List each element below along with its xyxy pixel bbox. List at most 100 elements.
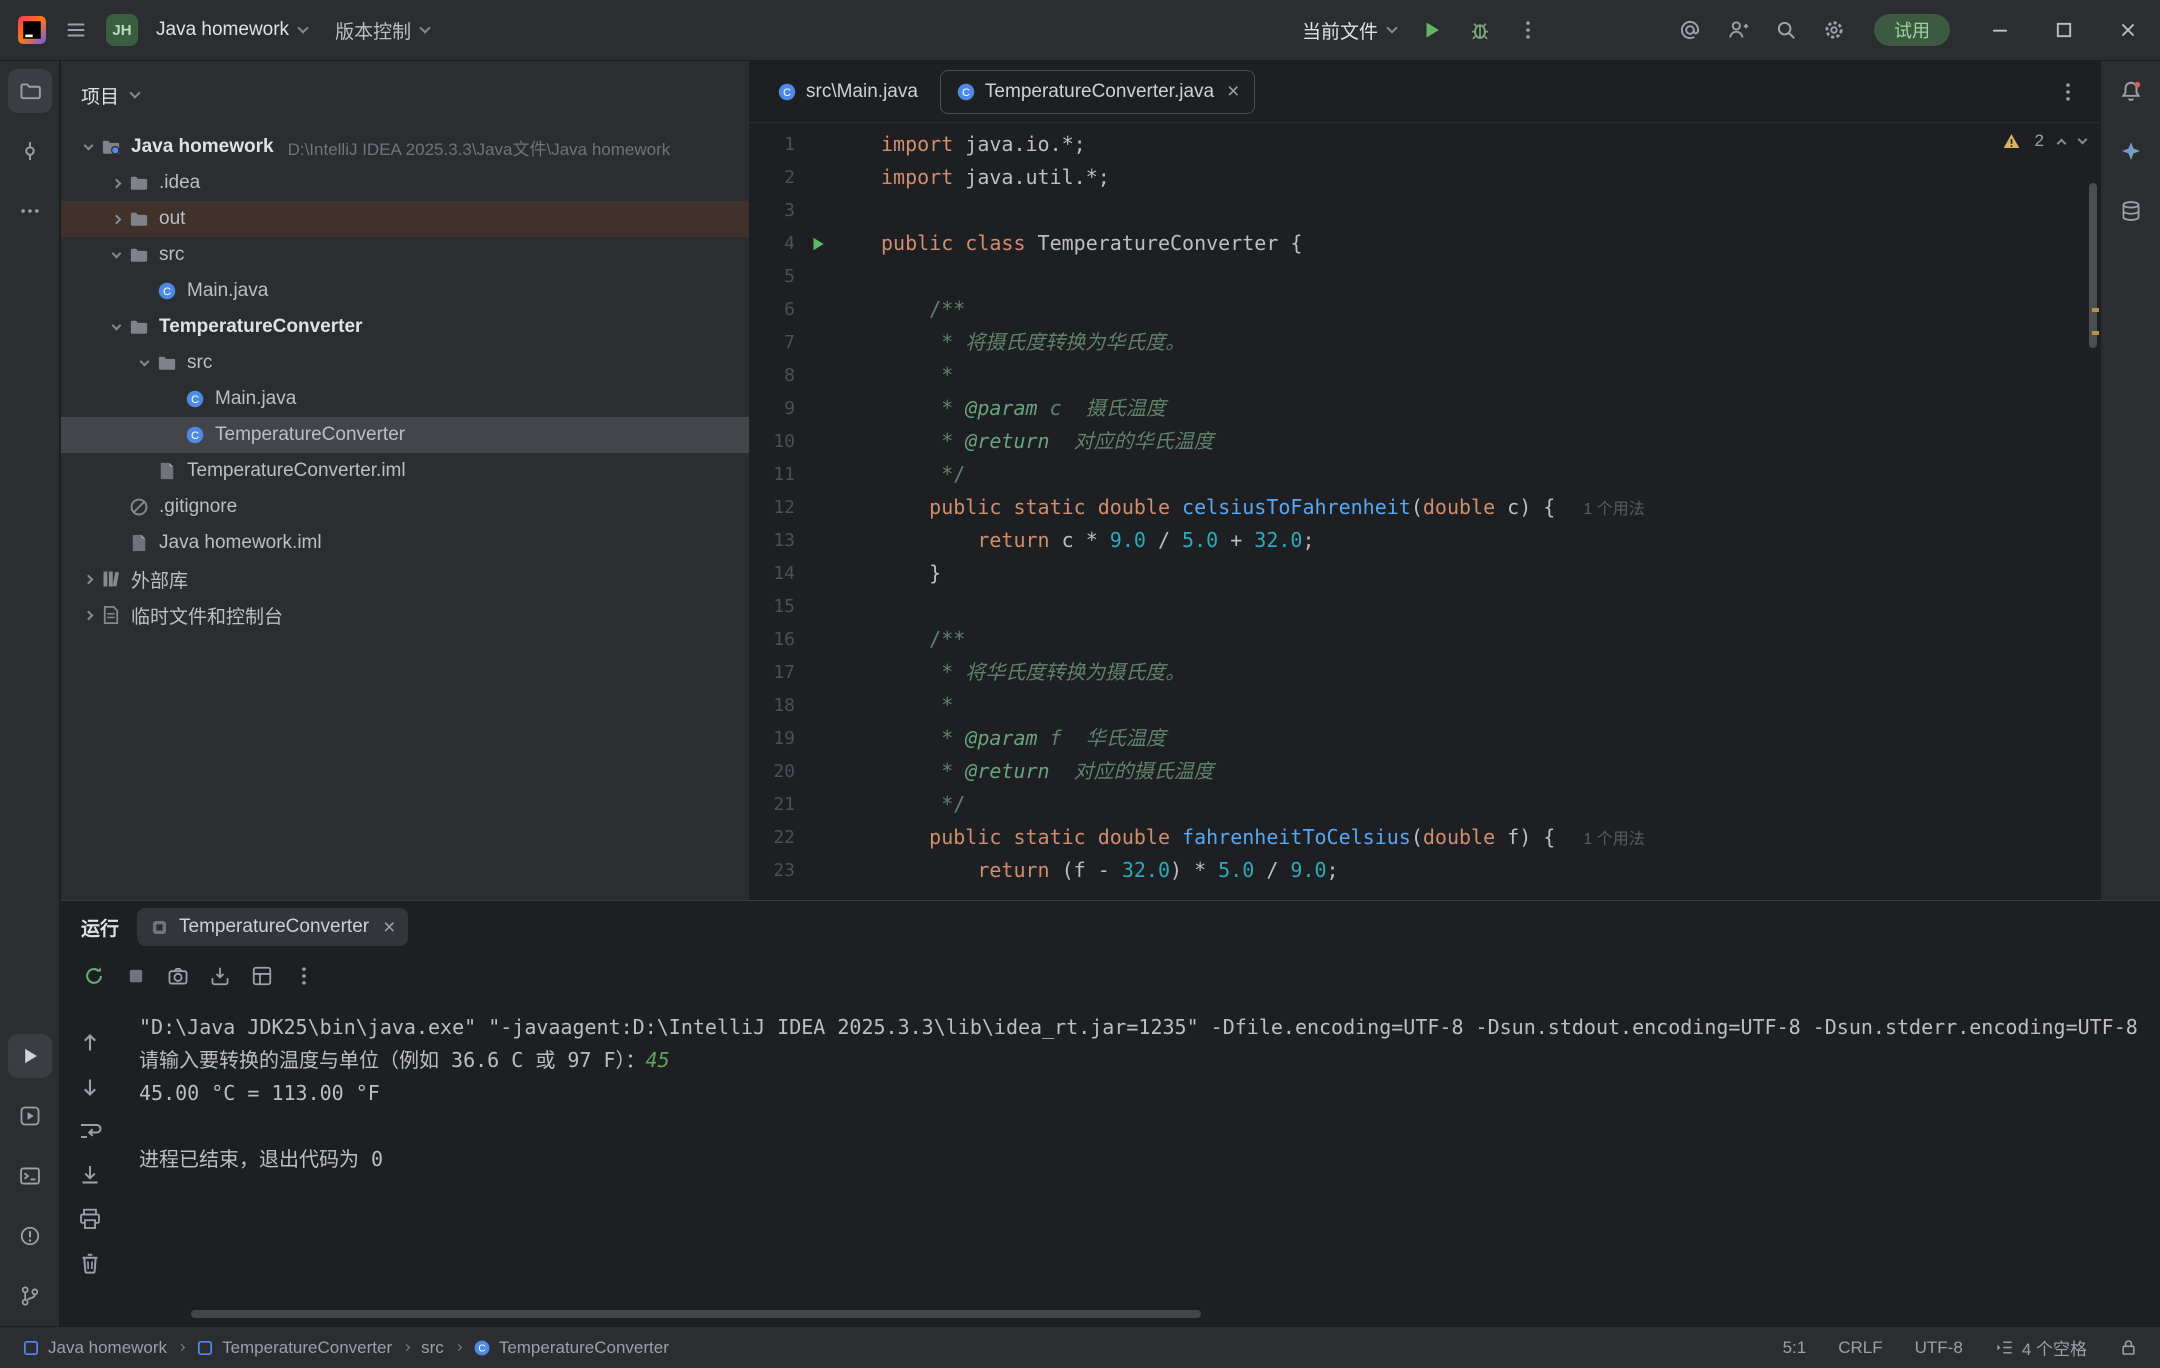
scroll-to-end-button[interactable] xyxy=(78,1163,102,1192)
tree-item[interactable]: .gitignore xyxy=(61,489,749,525)
run-button[interactable] xyxy=(8,1034,52,1078)
tree-item[interactable]: 外部库 xyxy=(61,561,749,597)
commit-button[interactable] xyxy=(8,129,52,173)
tree-item[interactable]: TemperatureConverter.iml xyxy=(61,453,749,489)
editor-tab[interactable]: CTemperatureConverter.java× xyxy=(940,70,1255,114)
editor-tab-options-button[interactable] xyxy=(2048,72,2088,112)
previous-issue-icon[interactable] xyxy=(2057,138,2067,148)
rerun-button[interactable] xyxy=(83,965,105,992)
settings-button[interactable] xyxy=(1812,8,1856,52)
services-button[interactable] xyxy=(8,1094,52,1138)
screenshot-button[interactable] xyxy=(167,965,189,992)
module-icon xyxy=(22,1339,40,1357)
run-button[interactable] xyxy=(1410,8,1454,52)
layout-icon xyxy=(251,965,273,987)
next-issue-icon[interactable] xyxy=(2078,134,2088,144)
breadcrumb-item[interactable]: src xyxy=(421,1338,444,1358)
print-button[interactable] xyxy=(78,1207,102,1236)
warning-stripe-mark[interactable] xyxy=(2092,308,2099,312)
run-class-gutter-icon[interactable] xyxy=(809,235,827,253)
chevron-right-icon[interactable] xyxy=(83,610,93,620)
more-vertical-button[interactable] xyxy=(293,965,315,992)
hamburger-menu-icon xyxy=(65,19,87,41)
arrow-down-button[interactable] xyxy=(78,1075,102,1104)
console-output[interactable]: "D:\Java JDK25\bin\java.exe" "-javaagent… xyxy=(139,1011,2156,1300)
indent-style[interactable]: 4 个空格 xyxy=(1995,1335,2087,1360)
tree-item[interactable]: CMain.java xyxy=(61,273,749,309)
vcs-widget[interactable]: 版本控制 xyxy=(325,8,439,52)
add-user-button[interactable] xyxy=(1716,8,1760,52)
import-layout-button[interactable] xyxy=(209,965,231,992)
breadcrumb-item[interactable]: TemperatureConverter xyxy=(196,1338,392,1358)
file-encoding[interactable]: UTF-8 xyxy=(1915,1338,1963,1358)
chevron-down-icon[interactable] xyxy=(139,356,149,366)
line-separator[interactable]: CRLF xyxy=(1838,1338,1882,1358)
clear-button[interactable] xyxy=(78,1251,102,1280)
minimize-button[interactable] xyxy=(1968,0,2032,61)
tree-item[interactable]: CMain.java xyxy=(61,381,749,417)
at-sign-button[interactable] xyxy=(1668,8,1712,52)
arrow-up-button[interactable] xyxy=(78,1031,102,1060)
ai-assistant-button[interactable] xyxy=(2109,129,2153,173)
code-area[interactable]: import java.io.*;import java.util.*;publ… xyxy=(881,128,2100,900)
stop-button[interactable] xyxy=(125,965,147,992)
library-icon xyxy=(101,569,121,589)
chevron-down-icon xyxy=(1386,22,1397,33)
tree-item[interactable]: .idea xyxy=(61,165,749,201)
tree-item[interactable]: TemperatureConverter xyxy=(61,309,749,345)
debug-button[interactable] xyxy=(1458,8,1502,52)
run-tab[interactable]: TemperatureConverter × xyxy=(137,908,408,946)
code-line xyxy=(881,590,2100,623)
close-run-tab-icon[interactable]: × xyxy=(383,917,395,938)
inspections-widget[interactable]: 2 xyxy=(2002,131,2086,151)
tree-item[interactable]: out xyxy=(61,201,749,237)
tree-item[interactable]: src xyxy=(61,345,749,381)
tree-item[interactable]: CTemperatureConverter xyxy=(61,417,749,453)
editor-tab[interactable]: Csrc\Main.java xyxy=(761,70,934,114)
problems-button[interactable] xyxy=(8,1214,52,1258)
tree-item[interactable]: Java homework.iml xyxy=(61,525,749,561)
editor-tab-bar: Csrc\Main.javaCTemperatureConverter.java… xyxy=(749,61,2100,123)
tree-item[interactable]: 临时文件和控制台 xyxy=(61,597,749,633)
chevron-right-icon[interactable] xyxy=(111,178,121,188)
run-configuration-selector[interactable]: 当前文件 xyxy=(1292,8,1406,52)
chevron-right-icon[interactable] xyxy=(83,574,93,584)
soft-wrap-button[interactable] xyxy=(78,1119,102,1148)
chevron-down-icon[interactable] xyxy=(111,320,121,330)
close-tab-icon[interactable]: × xyxy=(1227,81,1239,102)
main-menu-button[interactable] xyxy=(54,8,98,52)
trial-badge[interactable]: 试用 xyxy=(1874,14,1950,46)
project-widget[interactable]: Java homework xyxy=(146,8,317,52)
console-horizontal-scrollbar[interactable] xyxy=(191,1310,1201,1318)
project-button[interactable] xyxy=(8,69,52,113)
layout-button[interactable] xyxy=(251,965,273,992)
caret-position[interactable]: 5:1 xyxy=(1783,1338,1807,1358)
scroll-to-end-icon xyxy=(78,1163,102,1187)
run-panel-title: 运行 xyxy=(81,914,119,941)
notifications-icon xyxy=(2120,80,2142,102)
chevron-down-icon[interactable] xyxy=(111,248,121,258)
tree-item[interactable]: src xyxy=(61,237,749,273)
search-button[interactable] xyxy=(1764,8,1808,52)
editor-scrollbar[interactable] xyxy=(2089,183,2097,348)
maximize-button[interactable] xyxy=(2032,0,2096,61)
database-button[interactable] xyxy=(2109,189,2153,233)
terminal-button[interactable] xyxy=(8,1154,52,1198)
chevron-right-icon[interactable] xyxy=(111,214,121,224)
warning-stripe-mark[interactable] xyxy=(2092,331,2099,335)
tree-item-label: src xyxy=(187,352,212,374)
tree-item[interactable]: Java homeworkD:\IntelliJ IDEA 2025.3.3\J… xyxy=(61,129,749,165)
code-line: * 将华氏度转换为摄氏度。 xyxy=(881,656,2100,689)
close-button[interactable] xyxy=(2096,0,2160,61)
notifications-button[interactable] xyxy=(2109,69,2153,113)
breadcrumb-item[interactable]: CTemperatureConverter xyxy=(473,1338,669,1358)
vcs-widget-label: 版本控制 xyxy=(335,17,411,44)
git-branch-button[interactable] xyxy=(8,1274,52,1318)
git-branch-icon xyxy=(19,1285,41,1307)
project-panel-header[interactable]: 项目 xyxy=(61,61,749,129)
more-actions-button[interactable] xyxy=(1506,8,1550,52)
more-horizontal-button[interactable] xyxy=(8,189,52,233)
readonly-toggle[interactable] xyxy=(2119,1338,2138,1357)
chevron-down-icon[interactable] xyxy=(83,140,93,150)
breadcrumb-item[interactable]: Java homework xyxy=(22,1338,167,1358)
